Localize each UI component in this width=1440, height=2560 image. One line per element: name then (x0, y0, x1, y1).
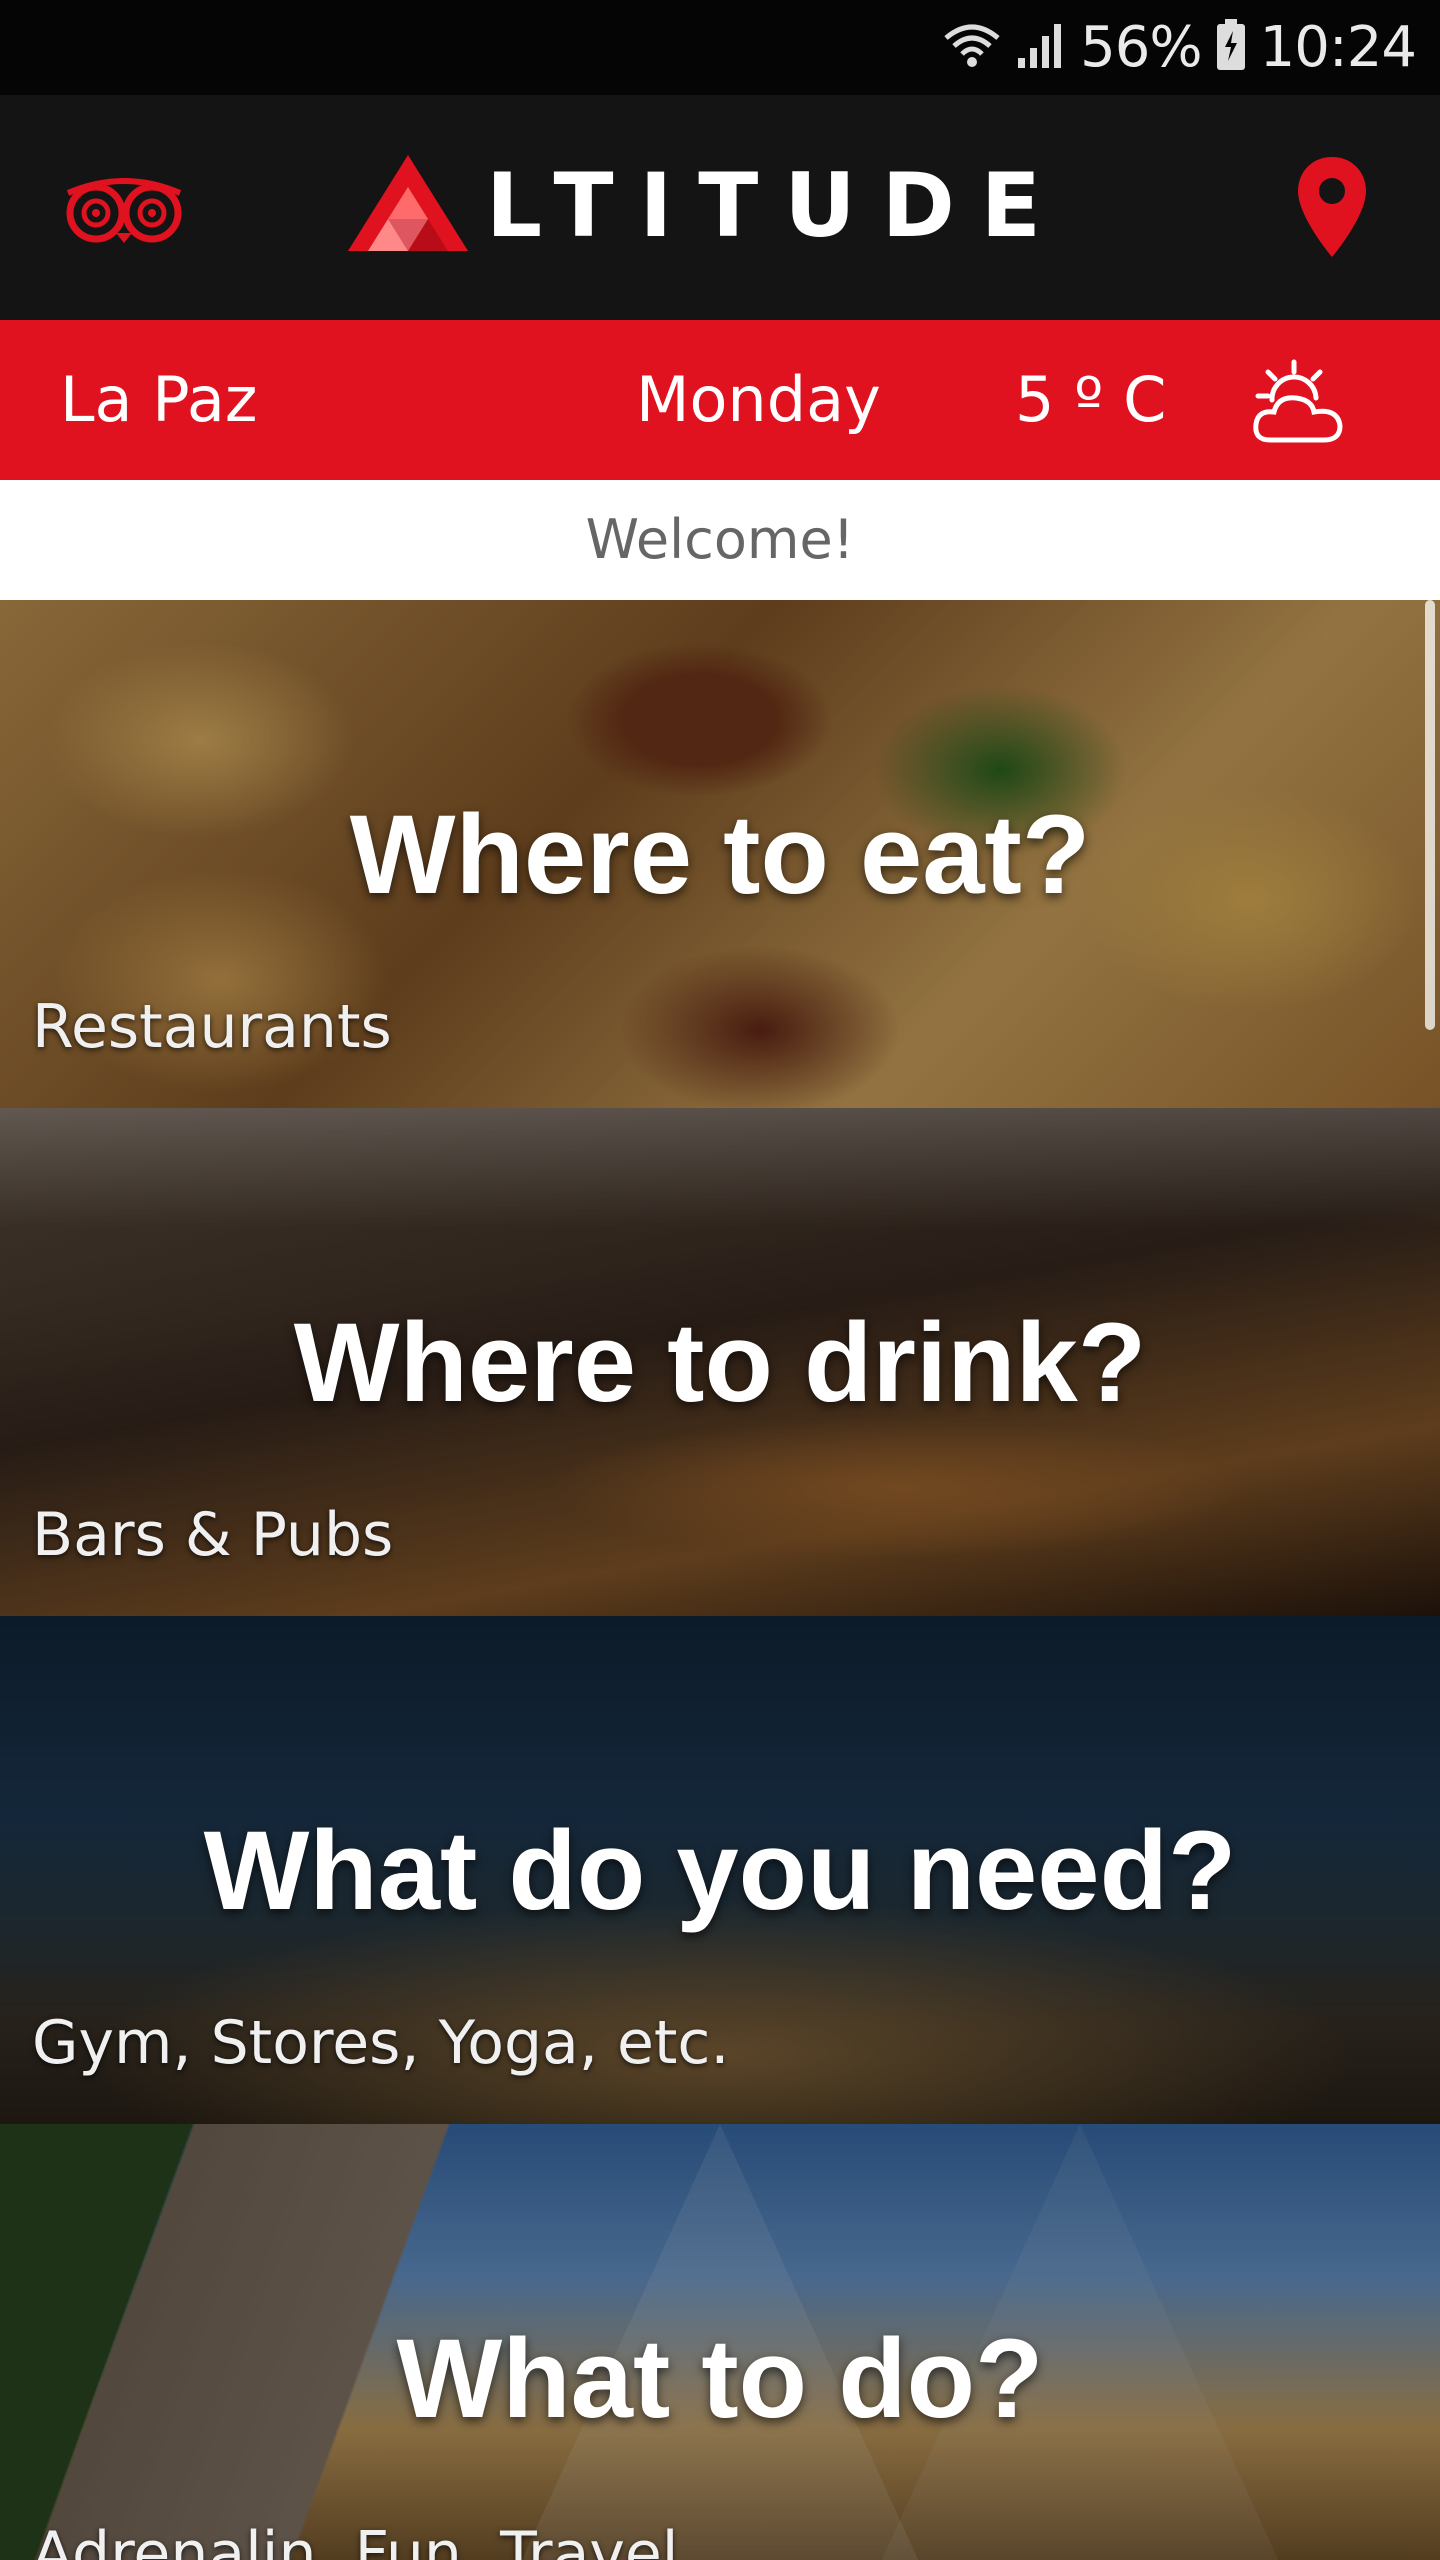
category-card-needs[interactable]: What do you need? Gym, Stores, Yoga, etc… (0, 1616, 1440, 2124)
category-card-eat[interactable]: Where to eat? Restaurants (0, 600, 1440, 1108)
weather-day: Monday (636, 363, 881, 436)
welcome-banner: Welcome! (0, 480, 1440, 600)
app-header: LTITUDE (0, 95, 1440, 320)
tripadvisor-owl-icon[interactable] (62, 175, 186, 250)
weather-bar: La Paz Monday 5 º C (0, 320, 1440, 480)
category-subtitle: Adrenalin, Fun, Travel (32, 2519, 679, 2560)
category-title: Where to drink? (293, 1300, 1147, 1425)
brand-name: LTITUDE (486, 153, 1067, 257)
triangle-logo-icon (348, 154, 468, 256)
weather-temperature: 5 º C (1015, 363, 1167, 436)
location-pin-icon[interactable] (1295, 155, 1369, 264)
category-title: Where to eat? (349, 792, 1091, 917)
category-subtitle: Bars & Pubs (32, 1500, 394, 1570)
category-subtitle: Gym, Stores, Yoga, etc. (32, 2008, 730, 2078)
category-card-drink[interactable]: Where to drink? Bars & Pubs (0, 1108, 1440, 1616)
battery-icon (1216, 19, 1246, 76)
clock: 10:24 (1259, 15, 1417, 80)
signal-icon (1016, 20, 1066, 75)
wifi-icon (942, 20, 1002, 75)
weather-city: La Paz (60, 363, 258, 436)
category-title: What do you need? (203, 1808, 1237, 1933)
status-bar: 56% 10:24 (0, 0, 1440, 95)
status-bar-right: 56% 10:24 (942, 0, 1417, 95)
scrollbar[interactable] (1425, 600, 1435, 1030)
partly-cloudy-icon (1248, 358, 1348, 453)
category-card-activities[interactable]: What to do? Adrenalin, Fun, Travel (0, 2124, 1440, 2560)
category-title: What to do? (396, 2316, 1044, 2441)
category-subtitle: Restaurants (32, 992, 392, 1062)
brand-logo: LTITUDE (348, 153, 1067, 257)
battery-percent: 56% (1080, 15, 1202, 80)
